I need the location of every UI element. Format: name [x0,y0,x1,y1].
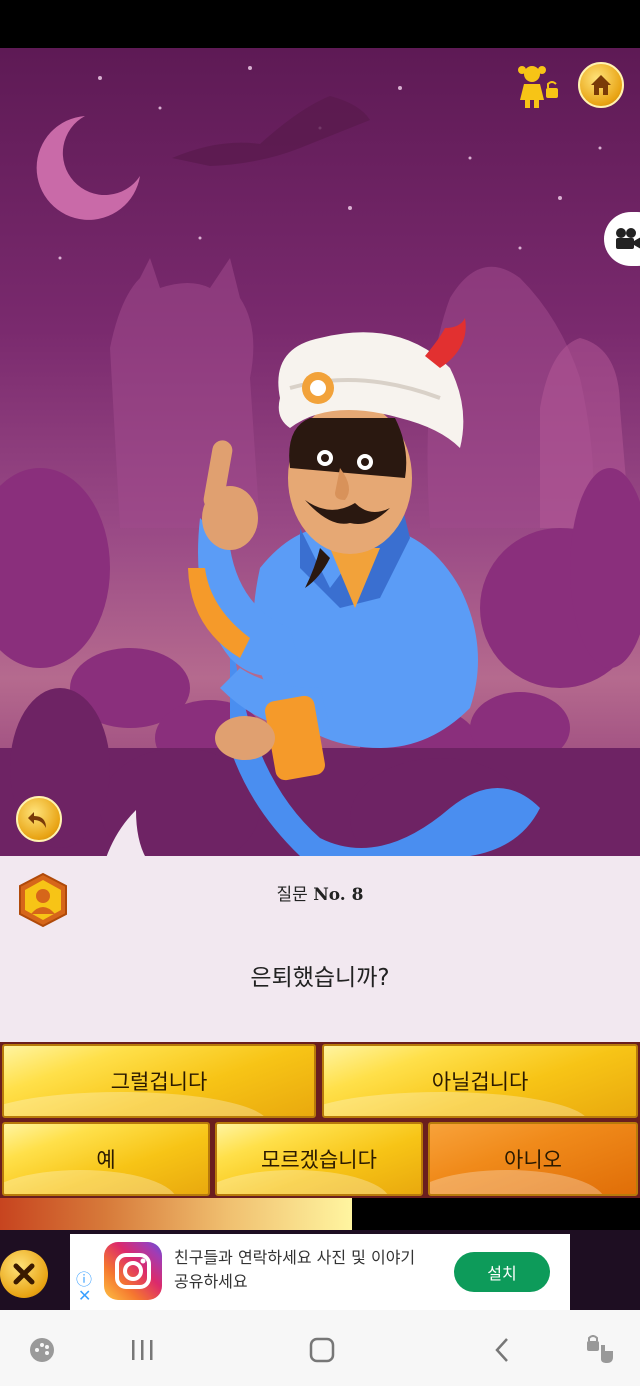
install-button[interactable]: 설치 [454,1252,550,1292]
kid-lock-icon [518,66,558,108]
question-number: 질문 No. 8 [276,885,364,905]
kid-lock-button[interactable] [512,60,562,110]
answer-probably-button[interactable]: 그럴겁니다 [2,1044,316,1118]
undo-icon [28,812,46,828]
close-ad-button[interactable] [0,1250,48,1298]
status-bar [0,0,640,48]
ad-banner[interactable]: ⓘ ✕ 친구들과 연락하세요 사진 및 이야기 공유하세요 설치 [70,1234,570,1310]
back-nav-icon[interactable] [482,1330,522,1370]
answer-dont-know-button[interactable]: 모르겠습니다 [215,1122,423,1196]
scene-illustration [0,66,640,856]
progress-fill [0,1198,352,1230]
answer-probably-not-button[interactable]: 아닐겁니다 [322,1044,638,1118]
ad-text: 친구들과 연락하세요 사진 및 이야기 공유하세요 [174,1248,416,1291]
question-text: 은퇴했습니까? [250,965,390,991]
close-icon [13,1263,35,1285]
home-button[interactable] [578,62,624,108]
answer-yes-button[interactable]: 예 [2,1122,210,1196]
recent-apps-icon[interactable] [122,1330,162,1370]
answer-no-button[interactable]: 아니오 [428,1122,638,1196]
game-scene [0,48,640,856]
progress-bar [0,1198,640,1230]
game-launcher-icon[interactable] [22,1330,62,1370]
speech-tail [106,810,146,858]
touch-lock-icon[interactable] [580,1330,620,1370]
undo-button[interactable] [16,796,62,842]
system-nav-bar [0,1310,640,1386]
ad-dismiss-icon[interactable]: ✕ [78,1286,91,1305]
moon-shape [36,116,140,220]
home-nav-icon[interactable] [302,1330,342,1370]
instagram-logo [104,1242,162,1300]
home-icon [591,75,611,95]
video-camera-icon [616,228,640,249]
carpet-silhouette [172,96,370,166]
